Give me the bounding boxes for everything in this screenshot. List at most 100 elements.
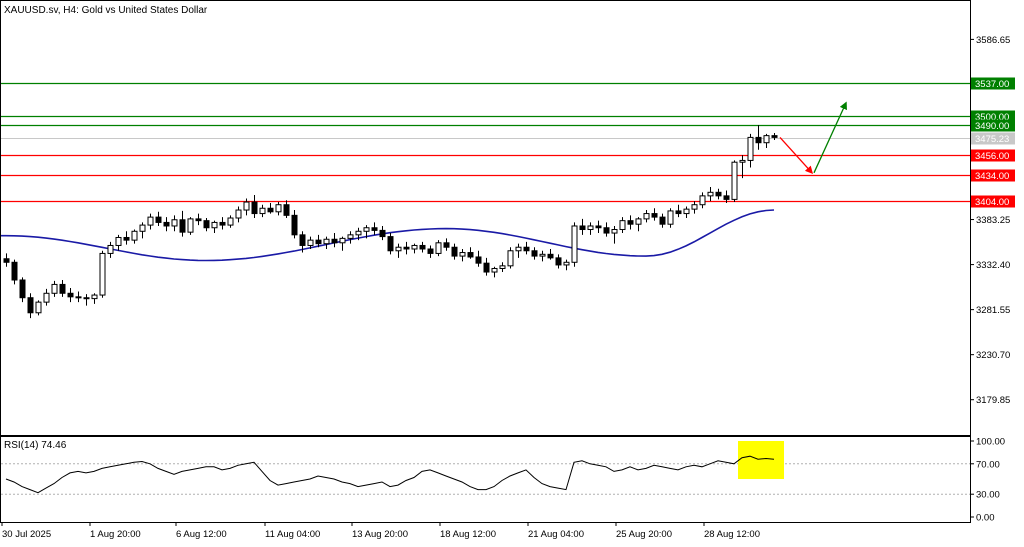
candle[interactable] (419, 241, 426, 253)
candle[interactable] (475, 250, 482, 267)
candle[interactable] (499, 262, 506, 273)
candle[interactable] (283, 200, 290, 218)
candle[interactable] (467, 247, 474, 259)
candle[interactable] (747, 133, 754, 168)
candle[interactable] (203, 218, 210, 232)
candle[interactable] (619, 217, 626, 234)
candle-body-bull (611, 229, 618, 234)
candle[interactable] (227, 215, 234, 228)
candle[interactable] (131, 229, 138, 244)
candle[interactable] (595, 220, 602, 234)
chart-canvas[interactable]: XAUUSD.sv, H4: Gold vs United States Dol… (0, 0, 1024, 542)
candle[interactable] (211, 220, 218, 234)
candle-body-bear (715, 191, 722, 197)
candle[interactable] (139, 222, 146, 239)
candle[interactable] (179, 210, 186, 237)
candle[interactable] (651, 208, 658, 221)
candle[interactable] (555, 254, 562, 269)
candle[interactable] (483, 257, 490, 276)
candle[interactable] (731, 160, 738, 203)
candle[interactable] (323, 236, 330, 249)
candle[interactable] (435, 240, 442, 257)
candle[interactable] (387, 233, 394, 255)
candle[interactable] (715, 188, 722, 200)
candle[interactable] (291, 210, 298, 239)
candle[interactable] (643, 210, 650, 223)
candle[interactable] (571, 222, 578, 267)
candle[interactable] (51, 280, 58, 297)
candle[interactable] (59, 280, 66, 297)
candle[interactable] (763, 133, 770, 149)
candle[interactable] (659, 213, 666, 228)
candle[interactable] (27, 293, 34, 319)
candle[interactable] (219, 217, 226, 230)
candle[interactable] (171, 215, 178, 232)
candle[interactable] (35, 300, 42, 316)
candle[interactable] (371, 222, 378, 235)
candle[interactable] (563, 259, 570, 271)
candle[interactable] (107, 241, 114, 258)
candle-body-bull (355, 230, 362, 236)
chart-window: XAUUSD.sv, H4: Gold vs United States Dol… (0, 0, 1024, 542)
candle[interactable] (627, 215, 634, 230)
candle[interactable] (491, 266, 498, 278)
candle[interactable] (155, 211, 162, 226)
candle[interactable] (691, 201, 698, 214)
candle[interactable] (43, 288, 50, 306)
candle[interactable] (163, 217, 170, 232)
candle[interactable] (603, 222, 610, 237)
candle[interactable] (195, 213, 202, 226)
candle[interactable] (427, 245, 434, 258)
candle[interactable] (91, 293, 98, 304)
candle[interactable] (635, 217, 642, 232)
candle[interactable] (83, 294, 90, 306)
candle[interactable] (115, 234, 122, 251)
candle[interactable] (531, 247, 538, 260)
candle-body-bear (291, 214, 298, 236)
candle[interactable] (755, 125, 762, 150)
candle[interactable] (267, 202, 274, 214)
candle[interactable] (523, 241, 530, 255)
candle[interactable] (11, 259, 18, 285)
candle[interactable] (347, 231, 354, 244)
candle[interactable] (539, 250, 546, 262)
candle[interactable] (259, 204, 266, 218)
candle[interactable] (547, 249, 554, 260)
candle[interactable] (147, 213, 154, 230)
candle[interactable] (75, 291, 82, 303)
candle[interactable] (683, 206, 690, 218)
candle[interactable] (443, 238, 450, 251)
candle[interactable] (403, 241, 410, 255)
candle-body-bull (731, 161, 738, 200)
candle[interactable] (451, 243, 458, 260)
candle[interactable] (67, 287, 74, 303)
candle[interactable] (251, 194, 258, 218)
candle[interactable] (579, 218, 586, 235)
candle[interactable] (699, 192, 706, 209)
candle-body-bear (267, 207, 274, 213)
candle[interactable] (379, 225, 386, 241)
candle-body-bear (331, 238, 338, 244)
candle[interactable] (275, 202, 282, 216)
candle[interactable] (411, 243, 418, 254)
time-tick-label: 18 Aug 12:00 (440, 529, 496, 540)
candle[interactable] (123, 231, 130, 245)
candle[interactable] (515, 243, 522, 258)
candle[interactable] (675, 204, 682, 218)
candle[interactable] (587, 222, 594, 235)
candle[interactable] (3, 253, 10, 267)
candle[interactable] (395, 243, 402, 258)
candle[interactable] (459, 249, 466, 262)
candle[interactable] (739, 155, 746, 179)
candle[interactable] (235, 206, 242, 223)
candle[interactable] (707, 187, 714, 202)
candle[interactable] (187, 217, 194, 235)
candle[interactable] (667, 208, 674, 228)
candle-body-bull (539, 253, 546, 257)
candle[interactable] (19, 277, 26, 303)
candle[interactable] (507, 247, 514, 269)
candle[interactable] (339, 236, 346, 251)
candle[interactable] (331, 233, 338, 248)
candle[interactable] (611, 225, 618, 244)
candle[interactable] (99, 250, 106, 298)
